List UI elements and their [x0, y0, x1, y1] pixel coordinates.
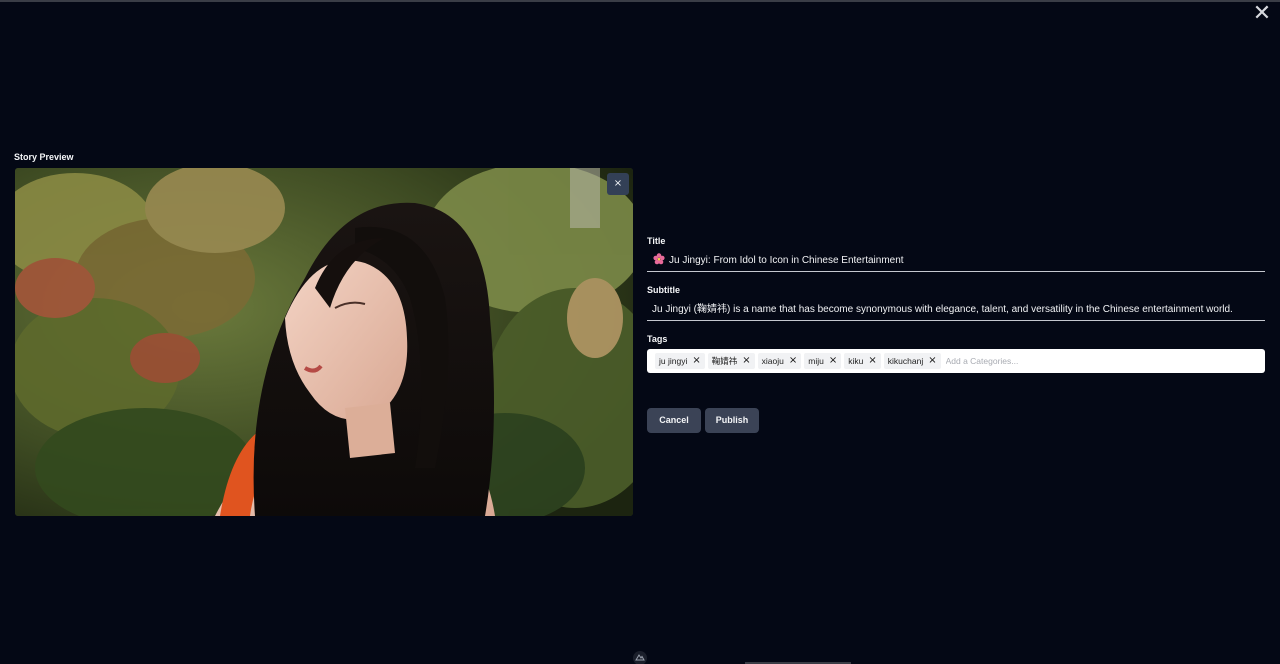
tag-chip: xiaoju ×: [757, 353, 802, 369]
subtitle-label: Subtitle: [647, 285, 680, 295]
close-icon[interactable]: ✕: [1252, 3, 1272, 25]
story-preview-image: [15, 168, 633, 516]
tag-remove-icon[interactable]: ×: [789, 356, 797, 366]
tag-label: xiaoju: [761, 356, 784, 366]
app-logo-icon: [633, 651, 647, 664]
title-value: Ju Jingyi: From Idol to Icon in Chinese …: [669, 255, 904, 266]
window-top-border: [0, 0, 1280, 2]
tag-label: miju: [808, 356, 824, 366]
tag-label: kikuchanj: [887, 356, 924, 366]
tag-chip: miju ×: [804, 353, 842, 369]
tag-remove-icon[interactable]: ×: [868, 356, 876, 366]
tags-input-box[interactable]: ju jingyi × 鞠婧祎 × xiaoju × miju × kiku × kiku…: [647, 349, 1265, 373]
title-field[interactable]: Ju Jingyi: From Idol to Icon in Chinese …: [647, 251, 1265, 272]
subtitle-field[interactable]: Ju Jingyi (鞠婧祎) is a name that has becom…: [647, 300, 1265, 321]
tag-remove-icon[interactable]: ×: [692, 356, 700, 366]
tag-chip: ju jingyi ×: [655, 353, 705, 369]
title-label: Title: [647, 236, 666, 246]
tag-chip: 鞠婧祎 ×: [707, 353, 755, 369]
tag-chip: kiku ×: [844, 353, 881, 369]
tag-label: kiku: [848, 356, 864, 366]
tag-remove-icon[interactable]: ×: [742, 356, 750, 366]
add-tag-input[interactable]: [945, 356, 1096, 366]
publish-button[interactable]: Publish: [705, 408, 759, 433]
cherry-blossom-icon: [653, 253, 665, 265]
tag-label: 鞠婧祎: [711, 356, 738, 366]
tag-remove-icon[interactable]: ×: [829, 356, 837, 366]
tag-remove-icon[interactable]: ×: [928, 356, 936, 366]
tag-chip: kikuchanj ×: [883, 353, 941, 369]
remove-image-button[interactable]: ×: [607, 173, 629, 195]
subtitle-value: Ju Jingyi (鞠婧祎) is a name that has becom…: [652, 304, 1233, 315]
tags-label: Tags: [647, 334, 668, 344]
story-preview-label: Story Preview: [14, 152, 74, 162]
tag-label: ju jingyi: [659, 356, 688, 366]
cancel-button[interactable]: Cancel: [647, 408, 701, 433]
